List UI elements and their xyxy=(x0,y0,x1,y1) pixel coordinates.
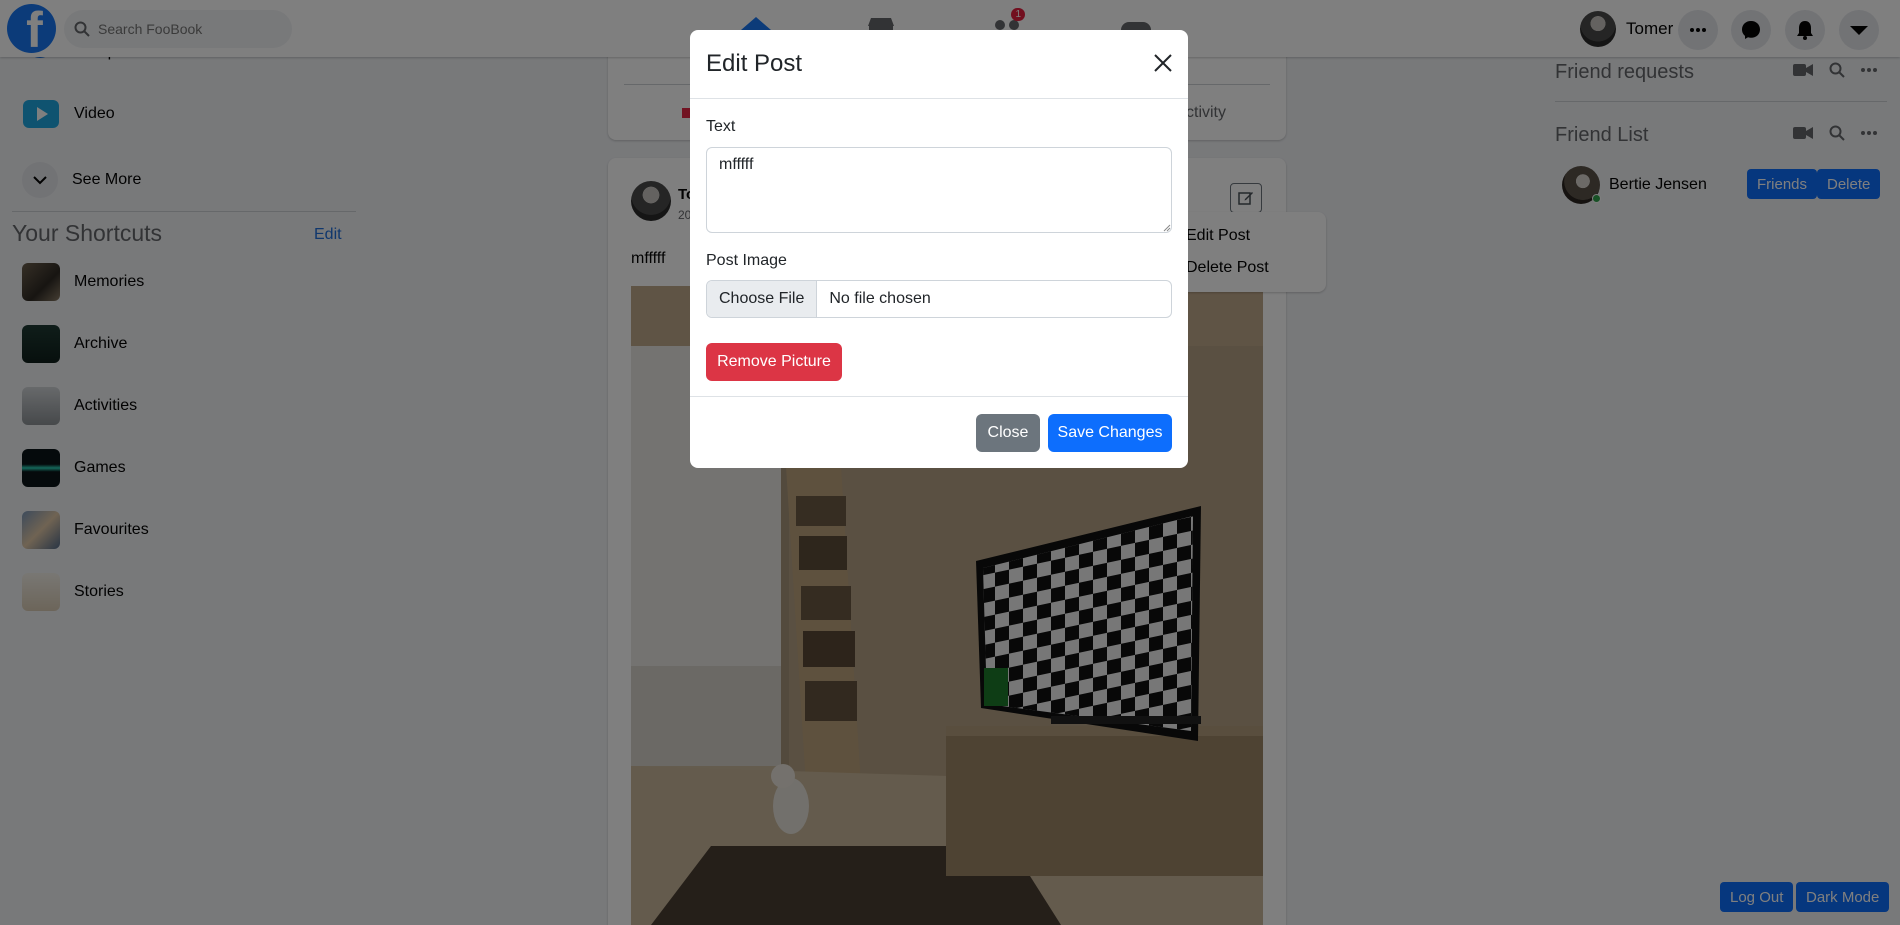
post-text-textarea[interactable]: mfffff xyxy=(706,147,1172,233)
resize-handle-icon[interactable] xyxy=(1161,222,1171,232)
close-button[interactable]: Close xyxy=(976,414,1040,452)
remove-picture-button[interactable]: Remove Picture xyxy=(706,343,842,381)
file-status-text: No file chosen xyxy=(829,290,931,307)
modal-close-button[interactable] xyxy=(1150,50,1176,76)
modal-header: Edit Post xyxy=(690,30,1188,99)
save-changes-button[interactable]: Save Changes xyxy=(1048,414,1172,452)
post-image-file-input[interactable]: Choose File No file chosen xyxy=(706,280,1172,318)
choose-file-button[interactable]: Choose File xyxy=(707,281,818,317)
close-icon xyxy=(1154,54,1172,72)
text-field-label: Text xyxy=(706,118,736,135)
edit-post-modal: Edit Post Text mfffff Post Image Choose … xyxy=(690,30,1188,468)
modal-title: Edit Post xyxy=(706,50,803,77)
modal-footer-divider xyxy=(690,396,1188,397)
post-image-label: Post Image xyxy=(706,252,787,269)
